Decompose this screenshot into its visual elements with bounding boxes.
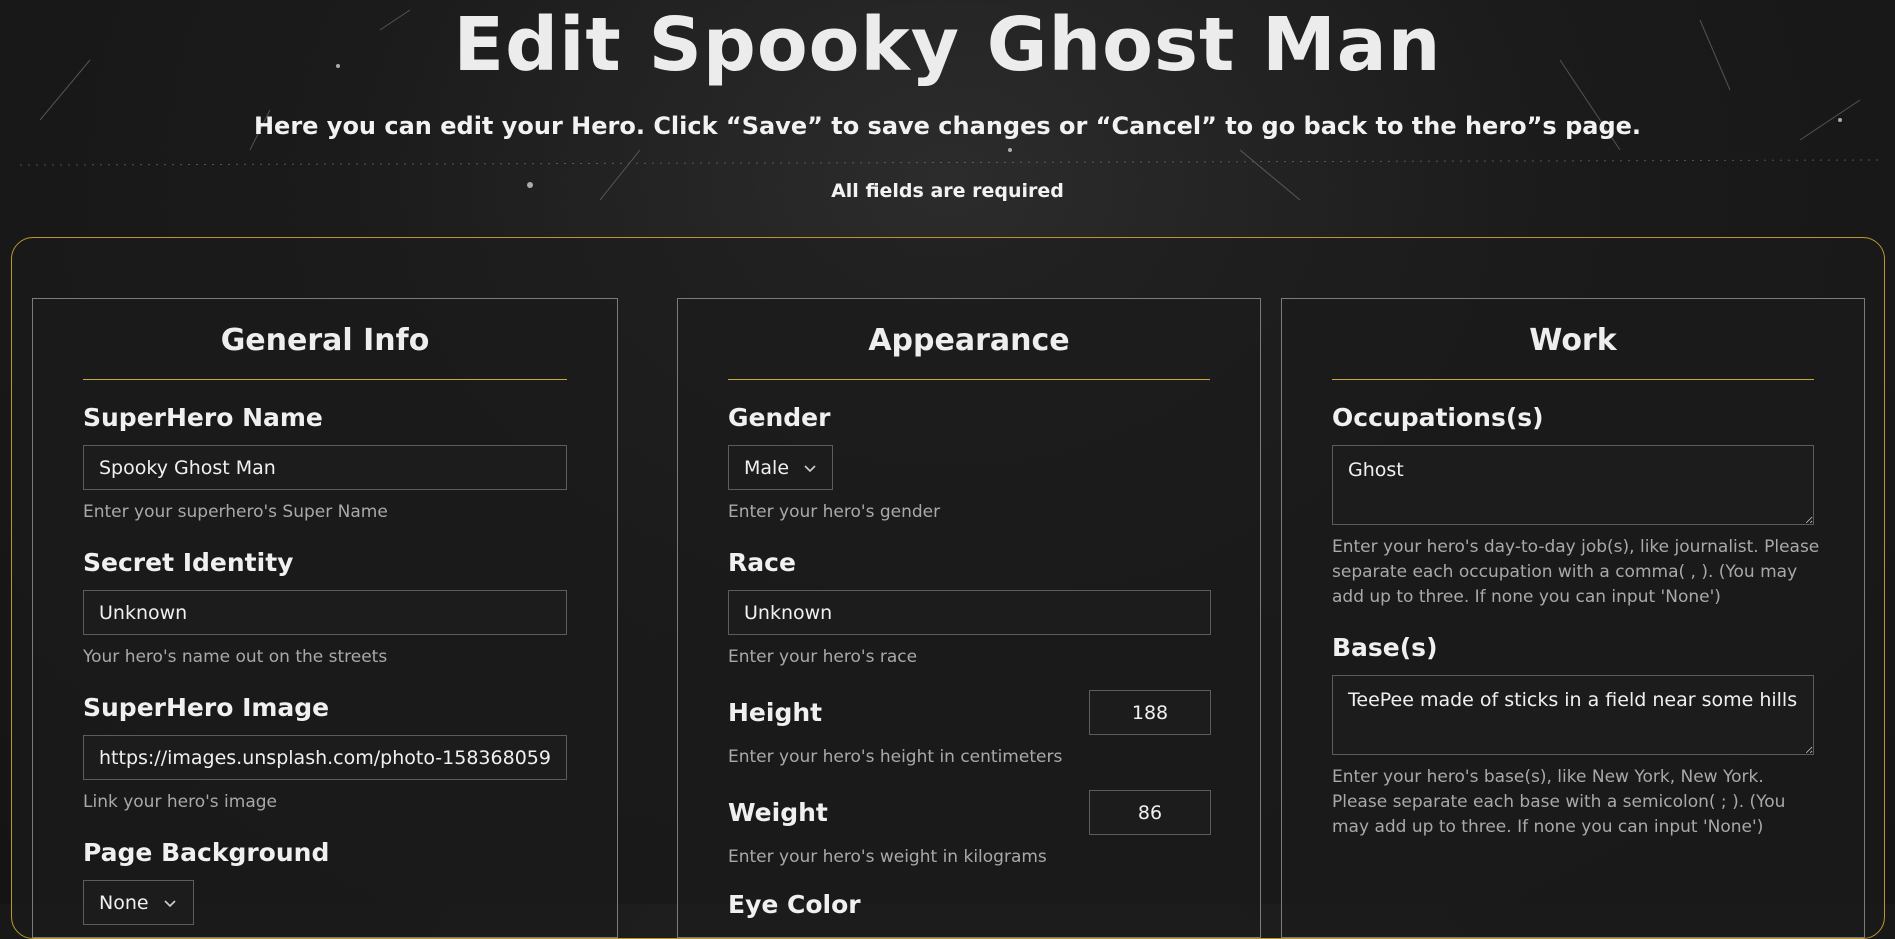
weight-input[interactable] <box>1089 790 1211 835</box>
gender-select[interactable]: Male <box>728 445 833 490</box>
gender-label: Gender <box>728 403 831 432</box>
section-title: Work <box>1529 323 1617 358</box>
page-background-select[interactable]: None <box>83 880 194 925</box>
bases-label: Base(s) <box>1332 633 1438 662</box>
chevron-down-icon <box>164 899 176 907</box>
bases-hint: Enter your hero's base(s), like New York… <box>1332 767 1786 837</box>
height-label: Height <box>728 698 823 727</box>
secret-identity-hint: Your hero's name out on the streets <box>83 647 388 667</box>
required-note: All fields are required <box>831 180 1064 202</box>
appearance-section: Appearance Gender Male Enter your hero's… <box>677 298 1261 938</box>
gender-value: Male <box>744 456 790 479</box>
superhero-image-input[interactable] <box>83 735 567 780</box>
superhero-image-label: SuperHero Image <box>83 693 330 722</box>
superhero-name-label: SuperHero Name <box>83 403 323 432</box>
occupations-label: Occupations(s) <box>1332 403 1544 432</box>
page-subtitle: Here you can edit your Hero. Click “Save… <box>253 112 1642 140</box>
section-title: General Info <box>220 323 430 358</box>
height-hint: Enter your hero's height in centimeters <box>728 747 1063 767</box>
bases-textarea[interactable]: TeePee made of sticks in a field near so… <box>1332 675 1814 755</box>
secret-identity-label: Secret Identity <box>83 548 294 577</box>
race-hint: Enter your hero's race <box>728 647 918 667</box>
occupations-textarea[interactable]: Ghost <box>1332 445 1814 525</box>
page-background-label: Page Background <box>83 838 330 867</box>
height-input[interactable] <box>1089 690 1211 735</box>
section-title: Appearance <box>868 323 1070 358</box>
occupations-hint: Enter your hero's day-to-day job(s), lik… <box>1332 537 1820 607</box>
section-divider <box>83 379 567 380</box>
secret-identity-input[interactable] <box>83 590 567 635</box>
general-info-section: General Info SuperHero Name Enter your s… <box>32 298 618 938</box>
race-label: Race <box>728 548 796 577</box>
race-input[interactable] <box>728 590 1211 635</box>
weight-hint: Enter your hero's weight in kilograms <box>728 847 1047 867</box>
section-divider <box>728 379 1210 380</box>
gender-hint: Enter your hero's gender <box>728 502 941 522</box>
superhero-name-input[interactable] <box>83 445 567 490</box>
eye-color-label: Eye Color <box>728 890 861 919</box>
superhero-name-hint: Enter your superhero's Super Name <box>83 502 388 522</box>
section-divider <box>1332 379 1814 380</box>
chevron-down-icon <box>804 464 816 472</box>
page-title: Edit Spooky Ghost Man <box>453 2 1442 88</box>
superhero-image-hint: Link your hero's image <box>83 792 277 812</box>
weight-label: Weight <box>728 798 828 827</box>
page-background-value: None <box>99 891 149 914</box>
work-section: Work Occupations(s) Ghost Enter your her… <box>1281 298 1865 938</box>
